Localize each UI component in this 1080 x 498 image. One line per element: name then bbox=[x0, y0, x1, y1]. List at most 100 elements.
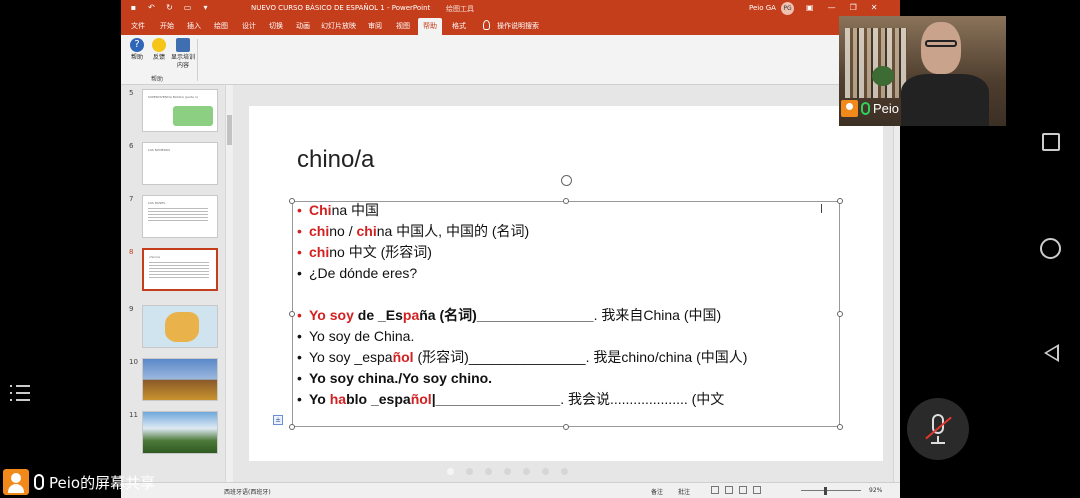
customize-qat-icon[interactable]: ▾ bbox=[201, 3, 210, 12]
zoom-slider[interactable] bbox=[801, 490, 861, 491]
thumb-text: SUPERVIVENCIA BÁSICA (parte 1) bbox=[148, 95, 199, 99]
tab-transitions[interactable]: 切换 bbox=[269, 21, 283, 31]
bullet-item: Yo soy china./Yo soy chino. bbox=[297, 368, 837, 389]
status-bar: 西班牙语(西班牙) 备注 批注 92% bbox=[121, 482, 900, 498]
resize-handle[interactable] bbox=[289, 311, 295, 317]
feedback-button[interactable]: 反馈 bbox=[149, 38, 169, 62]
thumb-text: LOS PAÍSES bbox=[148, 201, 166, 205]
resize-handle[interactable] bbox=[837, 424, 843, 430]
tab-draw[interactable]: 绘图 bbox=[214, 21, 228, 31]
mic-active-icon bbox=[861, 102, 870, 115]
slide-thumbnail-11[interactable] bbox=[142, 411, 218, 454]
user-avatar[interactable]: PG bbox=[781, 2, 794, 15]
video-person-head bbox=[921, 22, 961, 74]
minimize-icon[interactable]: — bbox=[828, 3, 836, 12]
resize-handle[interactable] bbox=[837, 311, 843, 317]
resize-handle[interactable] bbox=[289, 424, 295, 430]
video-plant bbox=[872, 66, 894, 86]
thumb-text: LOS NÚMEROS bbox=[148, 148, 171, 152]
zoom-slider-knob[interactable] bbox=[824, 487, 827, 495]
bullet-item: Yo hablo _español|________________. 我会说.… bbox=[297, 389, 837, 410]
bullet-spacer bbox=[297, 284, 837, 305]
save-icon[interactable]: ▪ bbox=[129, 3, 138, 12]
bullet-list[interactable]: China 中国 chino / china 中国人, 中国的 (名词) chi… bbox=[297, 200, 837, 410]
close-icon[interactable]: ✕ bbox=[871, 3, 878, 12]
bullet-item: chino 中文 (形容词) bbox=[297, 242, 837, 263]
rotate-handle-icon[interactable] bbox=[561, 175, 572, 186]
tab-file[interactable]: 文件 bbox=[131, 21, 145, 31]
restore-icon[interactable]: ❐ bbox=[850, 3, 857, 12]
mic-base bbox=[931, 442, 945, 444]
resize-handle[interactable] bbox=[289, 198, 295, 204]
screen: ▪ ↶ ↻ ▭ ▾ NUEVO CURSO BÁSICO DE ESPAÑOL … bbox=[0, 0, 1080, 498]
help-button[interactable]: ? 帮助 bbox=[127, 38, 147, 62]
language-indicator[interactable]: 西班牙语(西班牙) bbox=[224, 487, 271, 496]
back-icon[interactable] bbox=[1044, 344, 1059, 362]
tab-animations[interactable]: 动画 bbox=[296, 21, 310, 31]
help-button-label: 帮助 bbox=[130, 54, 143, 61]
tell-me-search[interactable]: 操作说明搜索 bbox=[497, 21, 539, 31]
ribbon-display-icon[interactable]: ▣ bbox=[806, 3, 814, 12]
lightbulb-icon bbox=[483, 20, 490, 30]
slide-sorter-icon[interactable] bbox=[725, 486, 733, 494]
bullet-item: Yo soy _español (形容词)_______________. 我是… bbox=[297, 347, 837, 368]
tab-design[interactable]: 设计 bbox=[242, 21, 256, 31]
redo-icon[interactable]: ↻ bbox=[165, 3, 174, 12]
dot bbox=[542, 468, 549, 475]
tab-review[interactable]: 审阅 bbox=[368, 21, 382, 31]
bullet-item: ¿De dónde eres? bbox=[297, 263, 837, 284]
slide-thumbnail-7[interactable]: LOS PAÍSES bbox=[142, 195, 218, 238]
zoom-level[interactable]: 92% bbox=[869, 487, 882, 494]
resize-handle[interactable] bbox=[837, 198, 843, 204]
slide-thumbnail-10[interactable] bbox=[142, 358, 218, 401]
slide-thumbnail-6[interactable]: LOS NÚMEROS bbox=[142, 142, 218, 185]
avatar-icon bbox=[3, 469, 29, 495]
tab-home[interactable]: 开始 bbox=[160, 21, 174, 31]
start-slideshow-icon[interactable]: ▭ bbox=[183, 3, 192, 12]
slide-thumbnail-8[interactable]: chino/a bbox=[142, 248, 218, 291]
reading-view-icon[interactable] bbox=[739, 486, 747, 494]
mic-icon bbox=[34, 474, 44, 490]
resize-handle[interactable] bbox=[563, 424, 569, 430]
participant-name: Peio bbox=[873, 101, 900, 116]
comments-button[interactable]: 批注 bbox=[678, 487, 690, 496]
carousel-dots bbox=[447, 468, 568, 475]
participant-label: Peio bbox=[841, 100, 899, 117]
slideshow-view-icon[interactable] bbox=[753, 486, 761, 494]
training-button[interactable]: 显示培训内容 bbox=[171, 38, 195, 70]
thumb-number: 10 bbox=[129, 358, 138, 366]
dot bbox=[447, 468, 454, 475]
undo-icon[interactable]: ↶ bbox=[147, 3, 156, 12]
normal-view-icon[interactable] bbox=[711, 486, 719, 494]
training-button-label: 显示培训内容 bbox=[171, 54, 196, 69]
thumb-number: 5 bbox=[129, 89, 134, 97]
slide-thumbnail-9[interactable] bbox=[142, 305, 218, 348]
ribbon-tabs: 文件 开始 插入 绘图 设计 切换 动画 幻灯片放映 审阅 视图 帮助 格式 操… bbox=[121, 17, 900, 35]
tab-insert[interactable]: 插入 bbox=[187, 21, 201, 31]
tab-help[interactable]: 帮助 bbox=[418, 18, 442, 35]
tab-format[interactable]: 格式 bbox=[452, 21, 466, 31]
thumb-number: 8 bbox=[129, 248, 134, 256]
thumb-map bbox=[165, 312, 199, 342]
layout-options-icon[interactable]: ± bbox=[273, 415, 283, 425]
menu-icon[interactable] bbox=[10, 382, 32, 404]
slide[interactable]: chino/a China 中国 chino / china 中国人, 中国的 … bbox=[249, 106, 883, 461]
recent-apps-icon[interactable] bbox=[1042, 133, 1060, 151]
mouse-cursor bbox=[821, 204, 827, 213]
notes-button[interactable]: 备注 bbox=[651, 487, 663, 496]
slide-thumbnail-5[interactable]: SUPERVIVENCIA BÁSICA (parte 1) bbox=[142, 89, 218, 132]
canvas-scrollbar[interactable] bbox=[893, 85, 900, 482]
slide-title[interactable]: chino/a bbox=[297, 146, 374, 174]
tab-view[interactable]: 视图 bbox=[396, 21, 410, 31]
mute-button[interactable] bbox=[907, 398, 969, 460]
tab-slideshow[interactable]: 幻灯片放映 bbox=[321, 21, 356, 31]
scroll-knob[interactable] bbox=[227, 115, 232, 145]
document-title: NUEVO CURSO BÁSICO DE ESPAÑOL 1 - PowerP… bbox=[251, 4, 431, 12]
thumbnails-scrollbar[interactable] bbox=[225, 85, 233, 482]
dot bbox=[504, 468, 511, 475]
ribbon: ? 帮助 反馈 显示培训内容 帮助 bbox=[121, 35, 900, 85]
home-icon[interactable] bbox=[1040, 238, 1061, 259]
thumb-lines bbox=[148, 208, 208, 223]
user-name[interactable]: Peio GA bbox=[749, 4, 776, 12]
video-person-body bbox=[901, 74, 989, 126]
